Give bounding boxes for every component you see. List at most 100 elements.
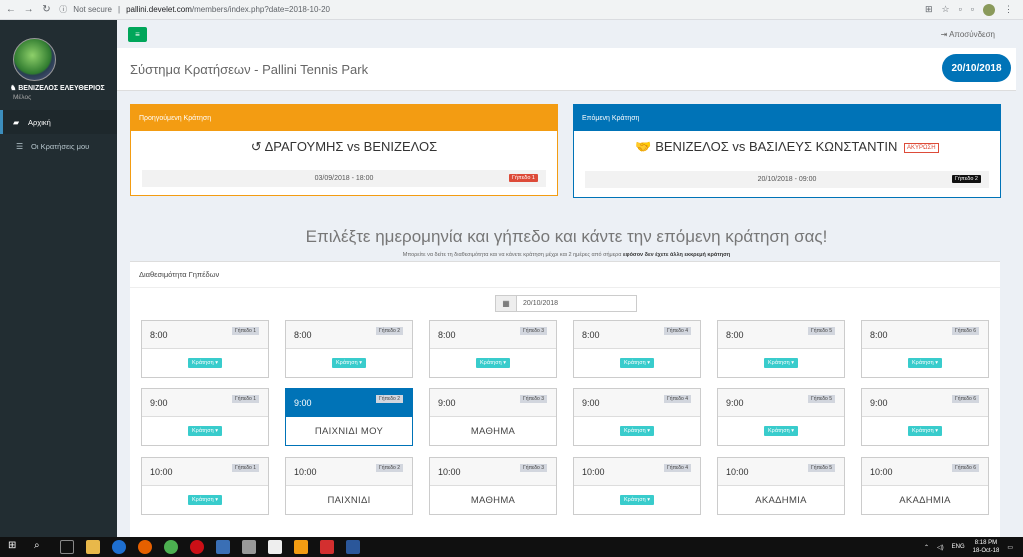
slot-time: 8:00 <box>294 330 312 340</box>
book-slot-button[interactable]: Κράτηση ▾ <box>476 358 510 368</box>
handshake-icon: 🤝 <box>635 139 652 154</box>
sidebar-toggle-button[interactable]: ≡ <box>128 27 147 42</box>
sidebar-item-home[interactable]: ▰ Αρχική <box>0 110 117 134</box>
app-icon[interactable] <box>320 540 334 554</box>
slot-header: 9:00 Γήπεδο 1 <box>142 389 268 417</box>
slot-header: 8:00 Γήπεδο 6 <box>862 321 988 349</box>
slot-time: 9:00 <box>870 398 888 408</box>
next-booking-title: Επόμενη Κράτηση <box>574 105 1000 131</box>
document-icon[interactable] <box>268 540 282 554</box>
firefox-icon[interactable] <box>138 540 152 554</box>
file-explorer-icon[interactable] <box>86 540 100 554</box>
court-slot: 9:00 Γήπεδο 3 ΜΑΘΗΜΑ <box>429 388 557 446</box>
extension-icon[interactable]: ▫ <box>959 4 962 16</box>
court-tag: Γήπεδο 2 <box>376 327 403 335</box>
logout-link[interactable]: ⇥ Αποσύνδεση <box>941 30 995 39</box>
opera-icon[interactable] <box>190 540 204 554</box>
word-icon[interactable] <box>346 540 360 554</box>
court-slot: 9:00 Γήπεδο 5 Κράτηση ▾ <box>717 388 845 446</box>
book-slot-button[interactable]: Κράτηση ▾ <box>620 495 654 505</box>
current-date-badge: 20/10/2018 <box>942 54 1011 82</box>
court-badge: Γήπεδο 2 <box>951 175 981 183</box>
court-tag: Γήπεδο 5 <box>808 395 835 403</box>
forward-icon[interactable]: → <box>22 3 36 17</box>
sidebar: ♞ ΒΕΝΙΖΕΛΟΣ ΕΛΕΥΘΕΡΙΟΣ Μέλος ▰ Αρχική ☰ … <box>0 20 117 537</box>
language-indicator[interactable]: ENG <box>952 544 965 550</box>
slot-header: 9:00 Γήπεδο 3 <box>430 389 556 417</box>
court-tag: Γήπεδο 4 <box>664 327 691 335</box>
book-slot-button[interactable]: Κράτηση ▾ <box>764 358 798 368</box>
book-slot-button[interactable]: Κράτηση ▾ <box>620 358 654 368</box>
book-slot-button[interactable]: Κράτηση ▾ <box>908 426 942 436</box>
previous-booking-box: Προηγούμενη Κράτηση ↺ ΔΡΑΓΟΥΜΗΣ vs ΒΕΝΙΖ… <box>130 104 558 196</box>
court-slot: 8:00 Γήπεδο 5 Κράτηση ▾ <box>717 320 845 378</box>
windows-start-icon[interactable]: ⊞ <box>8 540 22 554</box>
search-icon[interactable]: ⌕ <box>34 540 48 554</box>
date-input[interactable] <box>517 296 635 311</box>
task-view-icon[interactable] <box>60 540 74 554</box>
slot-status-label: ΠΑΙΧΝΙΔΙ <box>327 494 371 506</box>
slot-time: 9:00 <box>438 398 456 408</box>
list-icon: ☰ <box>16 141 24 151</box>
booking-heading: Επιλέξτε ημερομηνία και γήπεδο και κάντε… <box>305 227 828 246</box>
chrome-icon[interactable] <box>164 540 178 554</box>
system-clock[interactable]: 8:18 PM 18-Oct-18 <box>973 539 1000 555</box>
court-slot: 8:00 Γήπεδο 3 Κράτηση ▾ <box>429 320 557 378</box>
book-slot-button[interactable]: Κράτηση ▾ <box>764 426 798 436</box>
cancel-booking-button[interactable]: ΑΚΥΡΩΣΗ <box>904 142 939 153</box>
court-tag: Γήπεδο 2 <box>376 464 403 472</box>
bookmark-star-icon[interactable]: ☆ <box>942 4 950 16</box>
slot-time: 9:00 <box>294 398 312 408</box>
vlc-icon[interactable] <box>294 540 308 554</box>
book-slot-button[interactable]: Κράτηση ▾ <box>188 358 222 368</box>
profile-avatar[interactable] <box>983 3 995 16</box>
slot-time: 10:00 <box>438 467 461 477</box>
reload-icon[interactable]: ↻ <box>40 3 54 17</box>
volume-icon[interactable]: ◁) <box>937 544 944 551</box>
app-icon[interactable] <box>242 540 256 554</box>
court-tag: Γήπεδο 1 <box>232 395 259 403</box>
court-badge: Γήπεδο 1 <box>508 174 538 182</box>
slot-time: 10:00 <box>150 467 173 477</box>
court-tag: Γήπεδο 1 <box>232 327 259 335</box>
slot-body: Κράτηση ▾ <box>862 349 988 377</box>
slot-body: ΜΑΘΗΜΑ <box>430 486 556 514</box>
slot-status-label: ΜΑΘΗΜΑ <box>470 425 516 437</box>
extension-icon[interactable]: ▫ <box>971 4 974 16</box>
edge-icon[interactable] <box>112 540 126 554</box>
slot-body: Κράτηση ▾ <box>718 349 844 377</box>
calendar-icon[interactable]: ▦ <box>496 296 517 311</box>
translate-icon[interactable]: ⊞ <box>925 4 933 16</box>
book-slot-button[interactable]: Κράτηση ▾ <box>908 358 942 368</box>
book-slot-button[interactable]: Κράτηση ▾ <box>620 426 654 436</box>
court-tag: Γήπεδο 6 <box>952 395 979 403</box>
court-tag: Γήπεδο 5 <box>808 464 835 472</box>
menu-dots-icon[interactable]: ⋮ <box>1004 4 1013 16</box>
notifications-icon[interactable]: ▭ <box>1007 544 1013 551</box>
slot-header: 9:00 Γήπεδο 2 <box>286 389 412 417</box>
back-icon[interactable]: ← <box>4 3 18 17</box>
slot-time: 10:00 <box>294 467 317 477</box>
user-panel: ♞ ΒΕΝΙΖΕΛΟΣ ΕΛΕΥΘΕΡΙΟΣ Μέλος <box>0 20 117 110</box>
app-icon[interactable] <box>216 540 230 554</box>
slot-body: Κράτηση ▾ <box>718 417 844 445</box>
previous-booking-info: 03/09/2018 - 18:00 Γήπεδο 1 <box>142 170 546 187</box>
book-slot-button[interactable]: Κράτηση ▾ <box>188 426 222 436</box>
sidebar-item-my-bookings[interactable]: ☰ Οι Κρατήσεις μου <box>0 134 117 158</box>
top-navbar: ≡ ⇥ Αποσύνδεση <box>117 20 1023 48</box>
court-slot: 9:00 Γήπεδο 2 ΠΑΙΧΝΙΔΙ ΜΟΥ <box>285 388 413 446</box>
security-label: Not secure <box>73 5 112 14</box>
network-icon[interactable]: ⌃ <box>924 544 929 551</box>
user-name: ♞ ΒΕΝΙΖΕΛΟΣ ΕΛΕΥΘΕΡΙΟΣ <box>10 85 105 92</box>
court-tag: Γήπεδο 3 <box>520 327 547 335</box>
book-slot-button[interactable]: Κράτηση ▾ <box>332 358 366 368</box>
info-icon[interactable]: ⓘ <box>59 4 67 15</box>
book-slot-button[interactable]: Κράτηση ▾ <box>188 495 222 505</box>
court-slot: 9:00 Γήπεδο 4 Κράτηση ▾ <box>573 388 701 446</box>
address-bar[interactable]: ⓘ Not secure | pallini.develet.com/membe… <box>59 2 925 18</box>
url-text[interactable]: pallini.develet.com/members/index.php?da… <box>126 5 330 14</box>
slot-time: 10:00 <box>582 467 605 477</box>
court-slot: 10:00 Γήπεδο 3 ΜΑΘΗΜΑ <box>429 457 557 515</box>
court-slot: 8:00 Γήπεδο 2 Κράτηση ▾ <box>285 320 413 378</box>
court-tag: Γήπεδο 6 <box>952 327 979 335</box>
